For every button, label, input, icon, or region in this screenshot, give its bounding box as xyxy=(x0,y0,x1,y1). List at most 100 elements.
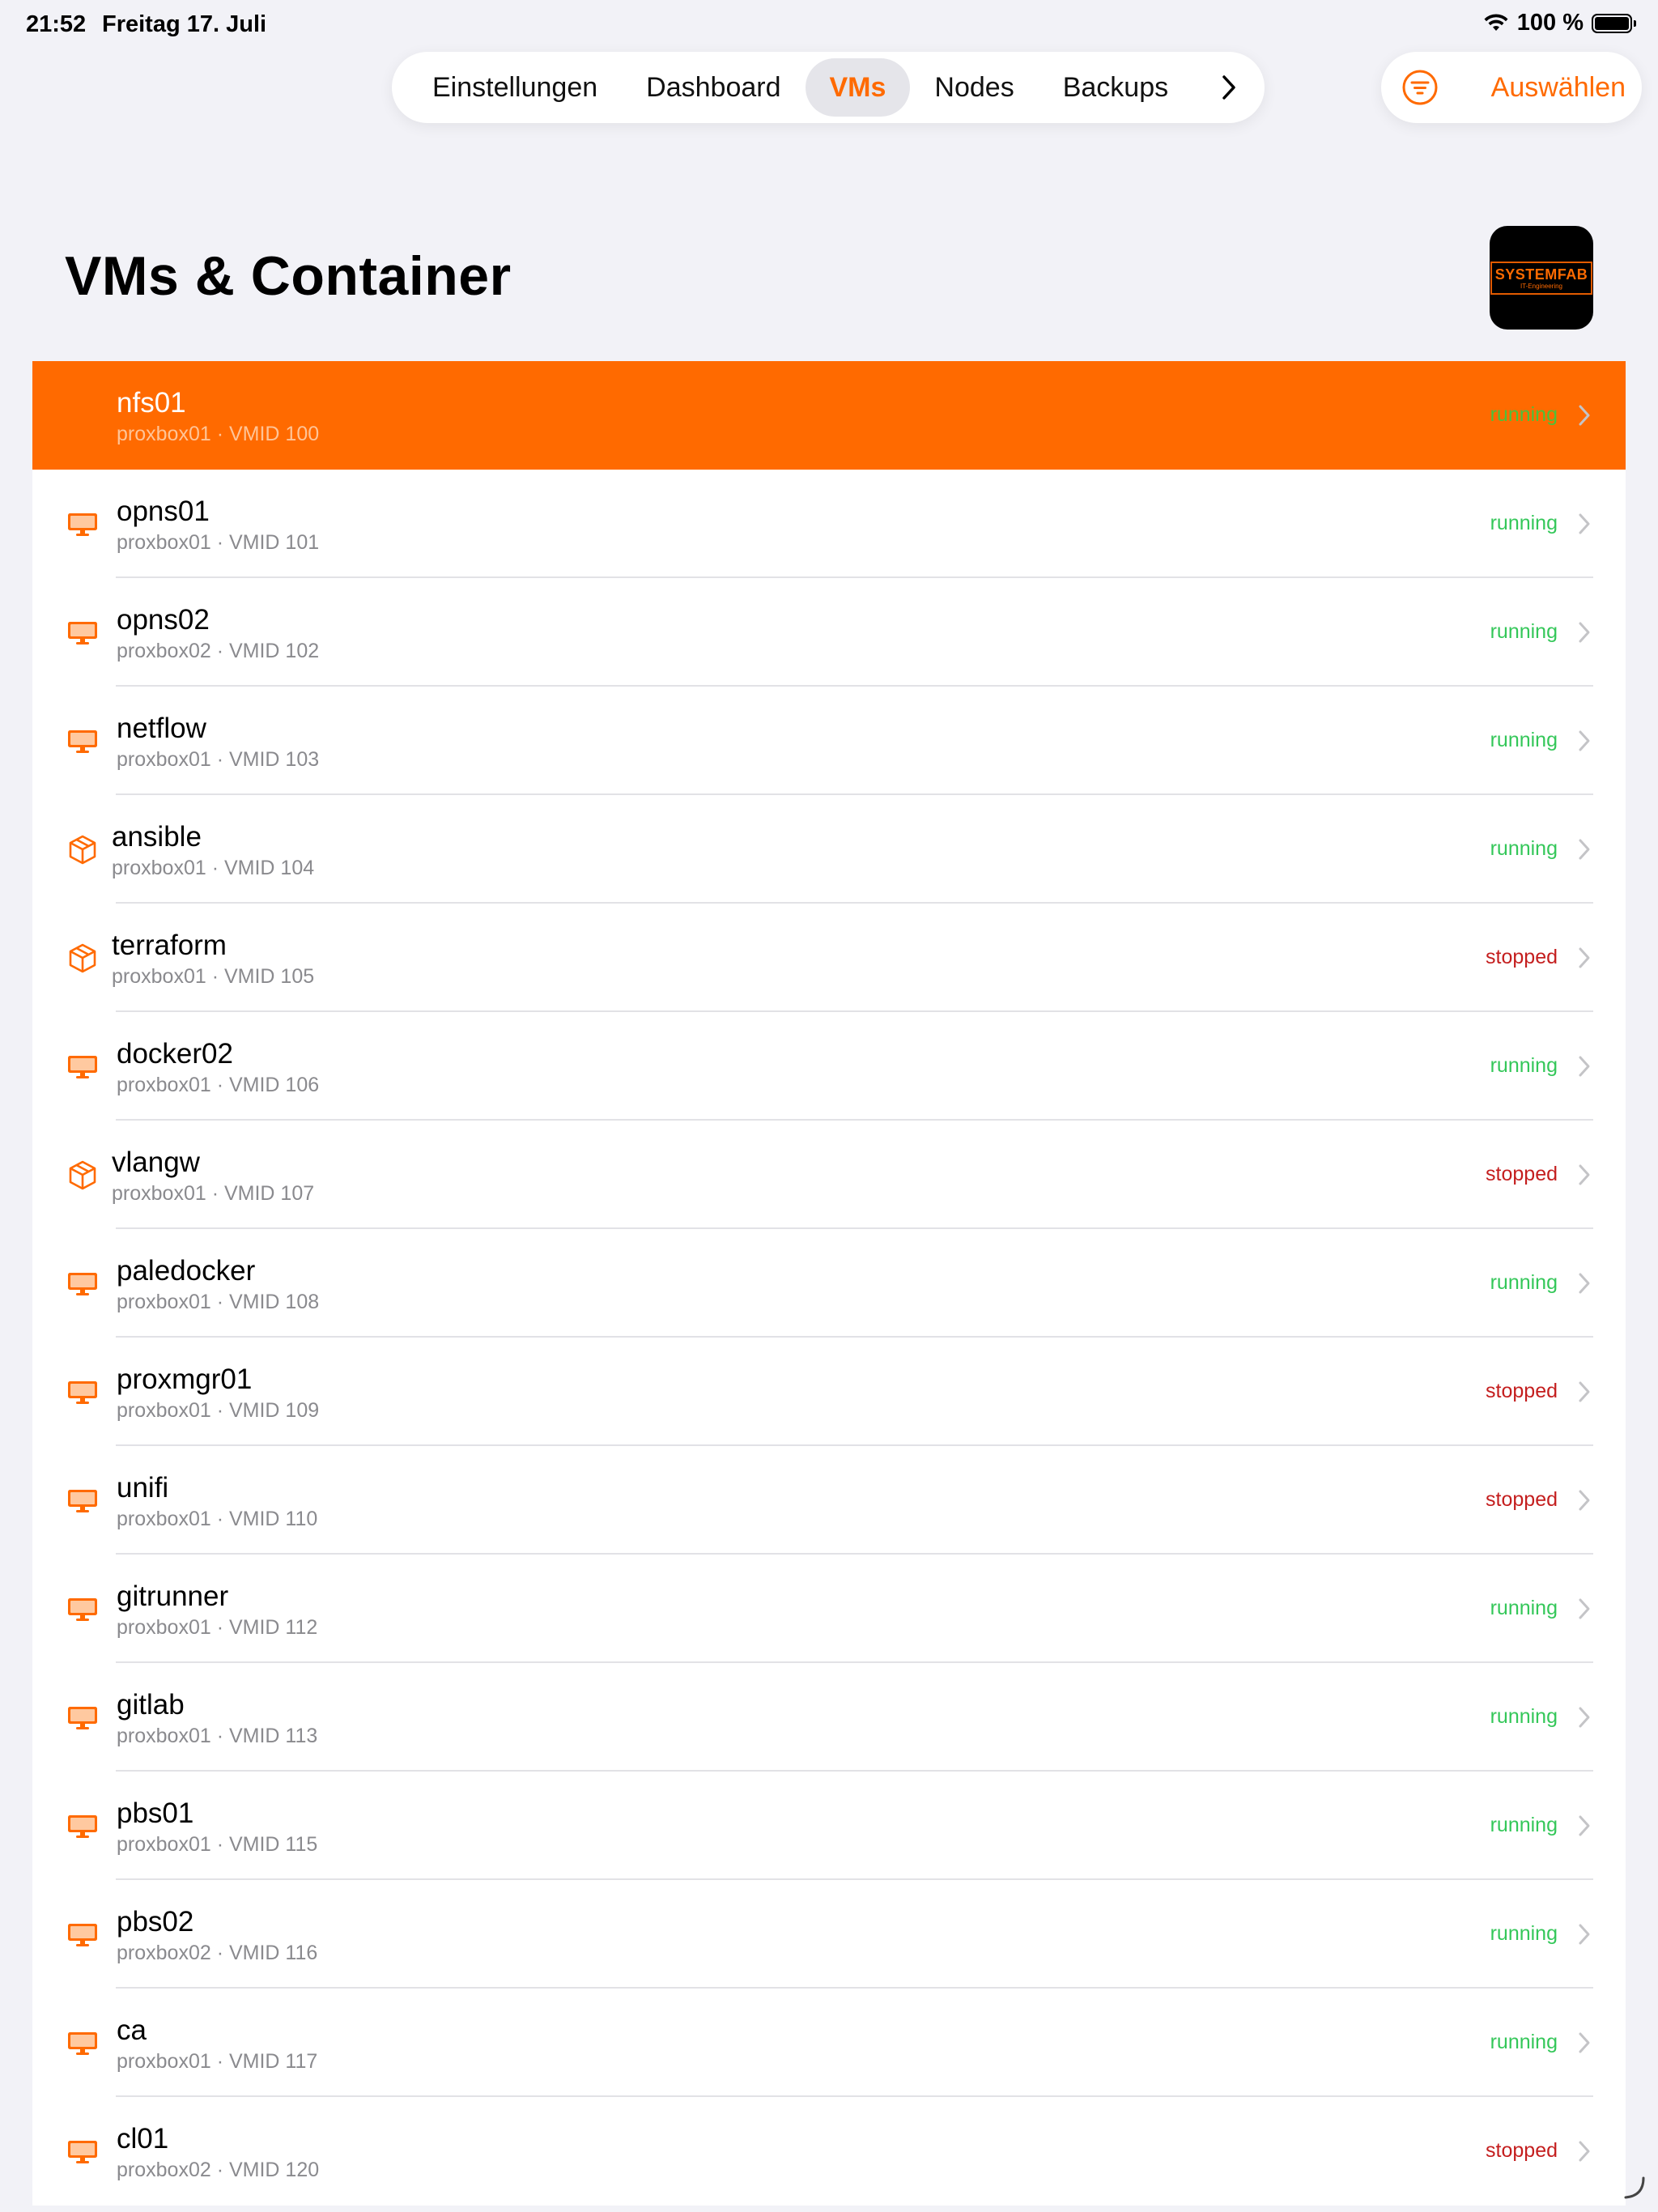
vm-row[interactable]: pbs01 proxbox01 · VMID 115 running xyxy=(32,1772,1626,1880)
vm-name: gitlab xyxy=(117,1689,185,1721)
chevron-right-icon xyxy=(1577,403,1592,428)
vm-id: VMID 107 xyxy=(223,1182,315,1205)
vm-row[interactable]: opns01 proxbox01 · VMID 101 running xyxy=(32,470,1626,578)
chevron-right-icon xyxy=(1577,1488,1592,1512)
status-badge: running xyxy=(1490,837,1558,860)
vm-row[interactable]: ansible proxbox01 · VMID 104 running xyxy=(32,795,1626,904)
vm-subtitle: proxbox01 · VMID 104 xyxy=(112,857,314,880)
vm-row[interactable]: nfs01 proxbox01 · VMID 100 running xyxy=(32,361,1626,470)
subtitle-separator: · xyxy=(206,965,224,988)
vm-name: cl01 xyxy=(117,2123,169,2155)
vm-icon-hidden xyxy=(66,399,99,432)
status-badge: running xyxy=(1490,1271,1558,1294)
vm-row[interactable]: opns02 proxbox02 · VMID 102 running xyxy=(32,578,1626,687)
monitor-icon xyxy=(66,1376,99,1408)
vm-name: vlangw xyxy=(112,1146,200,1178)
vm-node: proxbox01 xyxy=(117,1833,211,1856)
vm-id: VMID 113 xyxy=(228,1725,318,1747)
tab-vms[interactable]: VMs xyxy=(805,58,911,117)
subtitle-separator: · xyxy=(210,2159,229,2181)
status-badge: stopped xyxy=(1486,1488,1558,1511)
vm-id: VMID 104 xyxy=(223,857,315,879)
vm-name: ca xyxy=(117,2014,147,2046)
subtitle-separator: · xyxy=(210,640,229,662)
monitor-icon xyxy=(66,725,99,757)
chevron-right-icon xyxy=(1577,2031,1592,2055)
vm-id: VMID 116 xyxy=(228,1942,318,1964)
vm-name: gitrunner xyxy=(117,1580,229,1612)
vm-id: VMID 112 xyxy=(228,1616,318,1639)
vm-subtitle: proxbox01 · VMID 103 xyxy=(117,748,319,772)
status-bar: 21:52 Freitag 17. Juli 100 % xyxy=(0,0,1658,52)
vm-row[interactable]: proxmgr01 proxbox01 · VMID 109 stopped xyxy=(32,1338,1626,1446)
subtitle-separator: · xyxy=(206,1182,224,1205)
status-badge: stopped xyxy=(1486,1380,1558,1402)
vm-id: VMID 105 xyxy=(223,965,315,988)
tab-einstellungen[interactable]: Einstellungen xyxy=(408,58,622,117)
vm-row[interactable]: pbs02 proxbox02 · VMID 116 running xyxy=(32,1880,1626,1989)
battery-percent: 100 % xyxy=(1516,10,1584,36)
vm-name: opns02 xyxy=(117,604,210,636)
tab-backups[interactable]: Backups xyxy=(1039,58,1192,117)
vm-row[interactable]: cl01 proxbox02 · VMID 120 stopped xyxy=(32,2097,1626,2206)
subtitle-separator: · xyxy=(210,1616,229,1639)
vm-row[interactable]: vlangw proxbox01 · VMID 107 stopped xyxy=(32,1121,1626,1229)
vm-node: proxbox01 xyxy=(117,1616,211,1639)
container-cube-icon xyxy=(66,1159,99,1191)
subtitle-separator: · xyxy=(210,1508,229,1530)
chevron-right-icon xyxy=(1577,1271,1592,1295)
vm-row[interactable]: ca proxbox01 · VMID 117 running xyxy=(32,1989,1626,2097)
monitor-icon xyxy=(66,1593,99,1625)
vm-node: proxbox01 xyxy=(112,1182,206,1205)
vm-row[interactable]: gitlab proxbox01 · VMID 113 running xyxy=(32,1663,1626,1772)
vm-list: nfs01 proxbox01 · VMID 100 running opns01 pr… xyxy=(32,361,1626,2206)
vm-row[interactable]: docker02 proxbox01 · VMID 106 running xyxy=(32,1012,1626,1121)
vm-name: opns01 xyxy=(117,496,210,527)
vm-id: VMID 115 xyxy=(228,1833,318,1856)
vm-name: paledocker xyxy=(117,1255,256,1287)
vm-name: proxmgr01 xyxy=(117,1363,253,1395)
monitor-icon xyxy=(66,508,99,540)
status-date: Freitag 17. Juli xyxy=(102,11,267,37)
vm-id: VMID 106 xyxy=(228,1074,320,1096)
vm-row[interactable]: unifi proxbox01 · VMID 110 stopped xyxy=(32,1446,1626,1555)
monitor-icon xyxy=(66,1701,99,1733)
vm-subtitle: proxbox01 · VMID 106 xyxy=(117,1074,319,1097)
vm-node: proxbox01 xyxy=(117,1508,211,1530)
systemfab-logo: SYSTEMFAB IT-Engineering xyxy=(1490,226,1593,330)
vm-node: proxbox01 xyxy=(117,748,211,771)
monitor-icon xyxy=(66,1918,99,1950)
chevron-right-icon xyxy=(1577,837,1592,861)
vm-name: pbs01 xyxy=(117,1797,194,1829)
vm-subtitle: proxbox01 · VMID 100 xyxy=(117,423,319,446)
tab-more-button[interactable] xyxy=(1209,58,1248,117)
vm-name: unifi xyxy=(117,1472,169,1504)
wifi-icon xyxy=(1484,13,1508,31)
vm-row[interactable]: gitrunner proxbox01 · VMID 112 running xyxy=(32,1555,1626,1663)
subtitle-separator: · xyxy=(210,423,229,445)
status-badge: running xyxy=(1490,1705,1558,1728)
vm-row[interactable]: terraform proxbox01 · VMID 105 stopped xyxy=(32,904,1626,1012)
container-cube-icon xyxy=(66,833,99,866)
tab-nodes[interactable]: Nodes xyxy=(910,58,1038,117)
vm-node: proxbox02 xyxy=(117,1942,211,1964)
vm-row[interactable]: paledocker proxbox01 · VMID 108 running xyxy=(32,1229,1626,1338)
filter-button[interactable] xyxy=(1401,68,1439,107)
monitor-icon xyxy=(66,2135,99,2167)
vm-row[interactable]: netflow proxbox01 · VMID 103 running xyxy=(32,687,1626,795)
vm-name: terraform xyxy=(112,929,227,961)
subtitle-separator: · xyxy=(210,1942,229,1964)
monitor-icon xyxy=(66,1810,99,1842)
tab-dashboard[interactable]: Dashboard xyxy=(622,58,805,117)
status-badge: running xyxy=(1490,620,1558,643)
vm-id: VMID 120 xyxy=(228,2159,320,2181)
vm-name: docker02 xyxy=(117,1038,233,1070)
status-badge: stopped xyxy=(1486,1163,1558,1185)
status-time: 21:52 xyxy=(26,11,87,37)
vm-subtitle: proxbox01 · VMID 101 xyxy=(117,531,319,555)
status-badge: running xyxy=(1490,729,1558,751)
filter-circle-icon xyxy=(1402,70,1438,105)
subtitle-separator: · xyxy=(210,1399,229,1422)
select-button[interactable]: Auswählen xyxy=(1491,52,1626,123)
status-badge: stopped xyxy=(1486,946,1558,968)
